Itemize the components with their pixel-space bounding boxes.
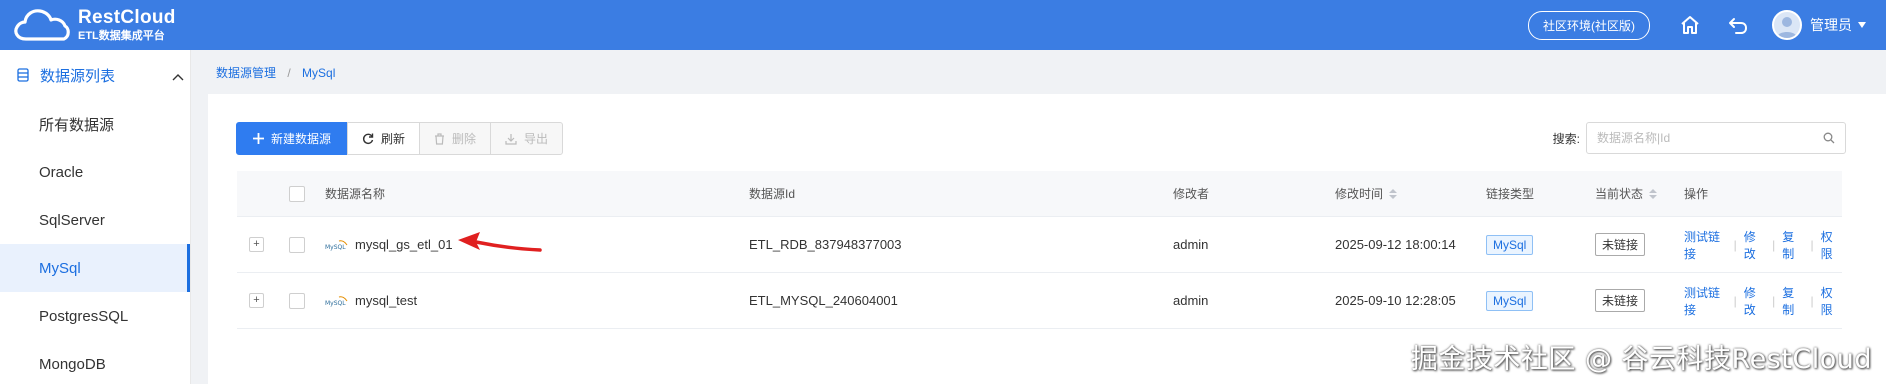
action-divider: | [1772,237,1776,252]
plus-icon [253,133,264,144]
avatar[interactable] [1772,10,1802,40]
mysql-logo-icon: MySQL [325,238,349,252]
copy-link[interactable]: 复制 [1782,228,1803,262]
refresh-icon [362,133,374,145]
expand-row-button[interactable]: + [249,293,264,308]
environment-badge[interactable]: 社区环境(社区版) [1528,10,1650,40]
mysql-logo-icon: MySQL [325,294,349,308]
refresh-label: 刷新 [381,132,406,146]
copy-link[interactable]: 复制 [1782,284,1803,318]
toolbar: 新建数据源 刷新 删除 导出 [236,122,564,155]
column-header-actions: 操作 [1684,187,1709,201]
sort-icon[interactable] [1649,188,1658,199]
modifier: admin [1173,237,1209,252]
expand-row-button[interactable]: + [249,237,264,252]
breadcrumb: 数据源管理 / MySql [216,64,335,81]
test-connection-link[interactable]: 测试链接 [1684,284,1727,318]
refresh-button[interactable]: 刷新 [347,122,421,155]
sidebar: 数据源列表 所有数据源 Oracle SqlServer MySql Postg… [0,50,191,384]
breadcrumb-separator: / [287,66,291,80]
sidebar-group-datasource-list[interactable]: 数据源列表 [0,50,190,100]
search-label: 搜索: [1552,131,1580,146]
svg-text:MySQL: MySQL [325,300,346,307]
home-icon[interactable] [1676,11,1704,39]
delete-button[interactable]: 删除 [419,122,492,155]
datasource-name: mysql_test [355,293,418,308]
sort-icon[interactable] [1389,188,1398,199]
trash-icon [434,132,445,145]
modified-time: 2025-09-12 18:00:14 [1335,237,1456,252]
caret-down-icon [1858,22,1866,28]
watermark-text: 掘金技术社区 @ 谷云科技RestCloud [1410,344,1872,375]
status-badge: 未链接 [1595,289,1646,312]
column-header-status[interactable]: 当前状态 [1595,185,1658,202]
permission-link[interactable]: 权限 [1821,284,1842,318]
action-divider: | [1810,237,1814,252]
cloud-logo-icon [12,6,72,44]
new-datasource-label: 新建数据源 [271,132,332,146]
sidebar-item-sqlserver[interactable]: SqlServer [0,196,190,244]
datasource-name-cell[interactable]: MySQL mysql_gs_etl_01 [325,237,453,252]
export-icon [505,133,517,145]
svg-text:MySQL: MySQL [325,244,346,251]
edit-link[interactable]: 修改 [1744,228,1765,262]
sidebar-item-postgressql[interactable]: PostgresSQL [0,292,190,340]
select-all-checkbox[interactable] [289,185,305,202]
export-button[interactable]: 导出 [490,122,564,155]
status-badge: 未链接 [1595,233,1646,256]
sidebar-item-mysql[interactable]: MySql [0,244,190,292]
brand-logo[interactable]: RestCloud ETL数据集成平台 [0,0,176,50]
row-actions: 测试链接 | 修改 | 复制 | 权限 [1684,228,1842,262]
chevron-up-icon [172,68,184,85]
user-name: 管理员 [1810,17,1852,33]
user-menu[interactable]: 管理员 [1810,15,1866,35]
column-header-link-type: 链接类型 [1486,187,1535,201]
row-actions: 测试链接 | 修改 | 复制 | 权限 [1684,284,1842,318]
sidebar-item-all[interactable]: 所有数据源 [0,100,190,148]
row-checkbox[interactable] [289,292,305,309]
annotation-arrow-icon [456,229,542,258]
top-header: RestCloud ETL数据集成平台 社区环境(社区版) 管理员 [0,0,1886,50]
permission-link[interactable]: 权限 [1821,228,1842,262]
link-type-tag: MySql [1486,234,1534,255]
search-box[interactable] [1586,122,1846,154]
column-header-modified-time-label: 修改时间 [1335,187,1384,201]
sidebar-item-mongodb[interactable]: MongoDB [0,340,190,384]
database-icon [16,68,30,82]
breadcrumb-item-mysql: MySql [302,66,336,80]
row-checkbox[interactable] [289,236,305,253]
column-header-modified-time[interactable]: 修改时间 [1335,185,1398,202]
search-area: 搜索: [1553,122,1846,154]
action-divider: | [1772,293,1776,308]
link-type-tag: MySql [1486,290,1534,311]
search-input[interactable] [1597,131,1817,145]
table-header: 数据源名称 数据源Id 修改者 修改时间 链接类型 当前状态 操作 [237,171,1842,217]
sidebar-item-oracle[interactable]: Oracle [0,148,190,196]
table-row: + MySQL mysql_test ETL_MYSQL_240604001 a… [237,273,1842,329]
test-connection-link[interactable]: 测试链接 [1684,228,1727,262]
undo-icon[interactable] [1724,11,1752,39]
action-divider: | [1733,293,1737,308]
edit-link[interactable]: 修改 [1744,284,1765,318]
modified-time: 2025-09-10 12:28:05 [1335,293,1456,308]
datasource-name-cell[interactable]: MySQL mysql_test [325,293,417,308]
breadcrumb-item-datasource-mgmt[interactable]: 数据源管理 [216,66,276,80]
datasource-id: ETL_RDB_837948377003 [749,237,902,252]
delete-label: 删除 [452,132,477,146]
datasource-name: mysql_gs_etl_01 [355,237,453,252]
modifier: admin [1173,293,1209,308]
action-divider: | [1810,293,1814,308]
column-header-name: 数据源名称 [325,187,386,201]
new-datasource-button[interactable]: 新建数据源 [236,122,349,155]
export-label: 导出 [524,132,549,146]
column-header-id: 数据源Id [749,187,796,201]
action-divider: | [1733,237,1737,252]
brand-subtitle: ETL数据集成平台 [78,29,165,42]
search-icon[interactable] [1823,132,1835,147]
column-header-modifier: 修改者 [1173,187,1210,201]
brand-title: RestCloud [78,7,176,28]
sidebar-group-label: 数据源列表 [40,67,116,85]
datasource-id: ETL_MYSQL_240604001 [749,293,898,308]
column-header-status-label: 当前状态 [1595,187,1644,201]
